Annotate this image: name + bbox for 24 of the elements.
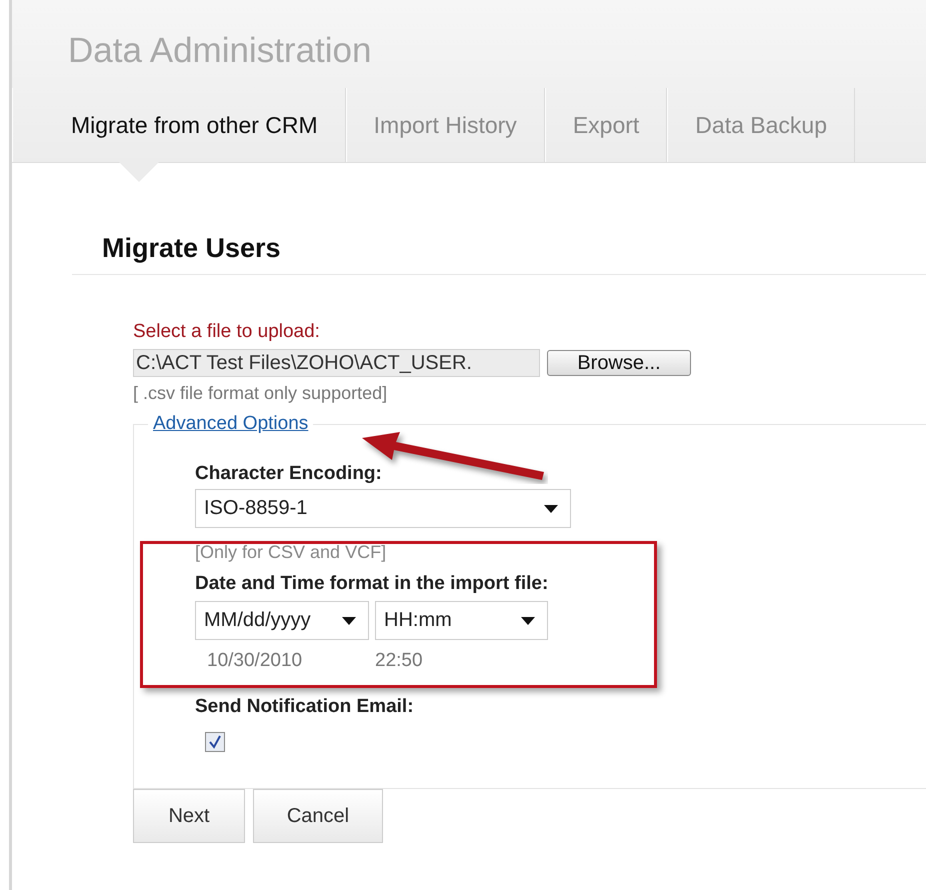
field-label: Send Notification Email:: [195, 696, 414, 718]
field-label: Select a file to upload:: [133, 321, 320, 343]
form-button[interactable]: Next: [133, 789, 245, 843]
caret-icon: [342, 616, 356, 624]
checkbox[interactable]: [205, 732, 225, 752]
format-hint: [ .csv file format only supported]: [133, 383, 388, 404]
time-example: 22:50: [375, 650, 423, 672]
field-label: Character Encoding:: [195, 463, 382, 485]
browse-button[interactable]: Browse...: [547, 350, 691, 376]
advanced-options-link[interactable]: Advanced Options: [148, 413, 314, 435]
caret-icon: [521, 616, 535, 624]
field-label: Date and Time format in the import file:: [195, 573, 548, 595]
encoding-dropdown[interactable]: ISO-8859-1: [195, 489, 571, 528]
section-title: Migrate Users: [102, 233, 281, 264]
time-format-dropdown[interactable]: HH:mm: [375, 601, 548, 640]
page-title: Data Administration: [68, 30, 372, 72]
date-format-dropdown[interactable]: MM/dd/yyyy: [195, 601, 369, 640]
encoding-note: [Only for CSV and VCF]: [195, 542, 386, 563]
date-example: 10/30/2010: [207, 650, 304, 672]
tab-pointer: [118, 162, 159, 182]
caret-icon: [544, 504, 558, 512]
file-path-field[interactable]: C:\ACT Test Files\ZOHO\ACT_USER.: [133, 349, 540, 377]
form-button[interactable]: Cancel: [253, 789, 383, 843]
tab[interactable]: Migrate from other CRM: [12, 88, 346, 162]
